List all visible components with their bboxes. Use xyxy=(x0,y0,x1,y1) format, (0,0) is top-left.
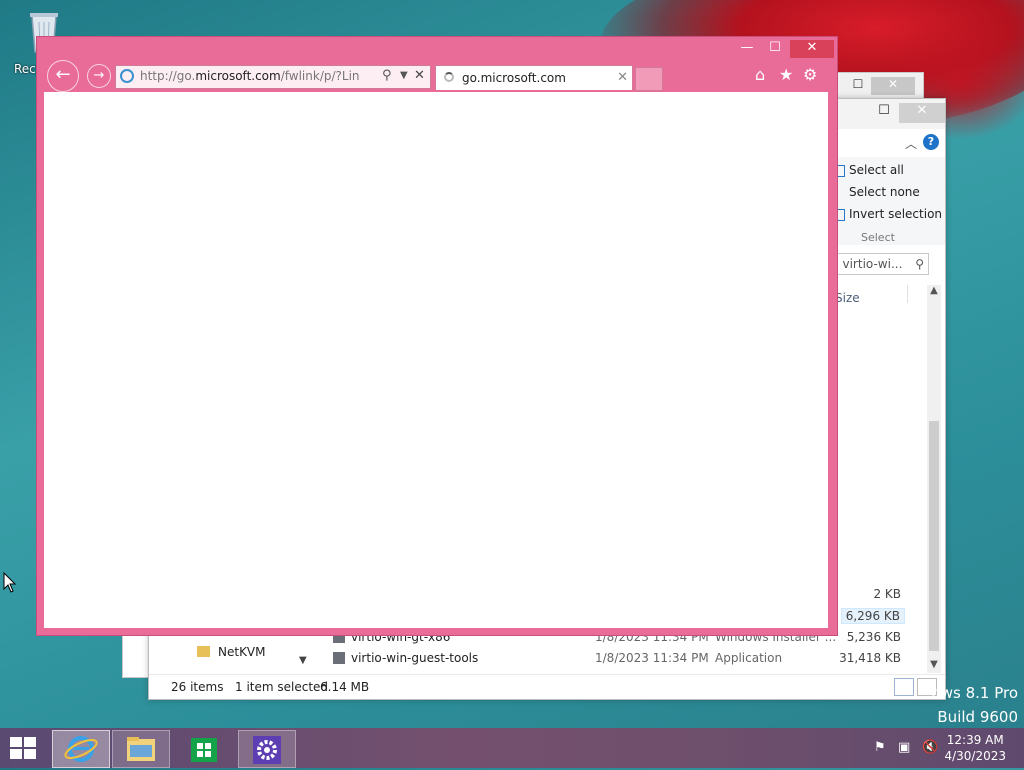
nav-item-netkvm[interactable]: NetKVM xyxy=(197,645,266,659)
windows-logo-icon xyxy=(24,749,36,759)
file-date: 1/8/2023 11:34 PM xyxy=(595,651,709,665)
ie-window[interactable]: — ☐ ✕ ← → http://go.microsoft.com/fwlink… xyxy=(36,36,838,636)
start-button[interactable] xyxy=(10,737,38,761)
ie-page-icon xyxy=(120,69,134,83)
invert-selection-label: Invert selection xyxy=(849,207,943,221)
file-type: Application xyxy=(715,651,783,665)
close-button[interactable]: ✕ xyxy=(790,40,834,58)
close-button[interactable]: ✕ xyxy=(899,103,945,123)
chevron-down-icon[interactable]: ▼ xyxy=(299,655,307,666)
folder-icon xyxy=(197,646,210,657)
scroll-up-icon[interactable]: ▲ xyxy=(927,285,941,299)
select-none-label: Select none xyxy=(849,185,920,199)
select-all-button[interactable]: Select all xyxy=(835,163,904,177)
maximize-button[interactable]: ☐ xyxy=(765,40,785,58)
gear-icon xyxy=(253,736,281,764)
windows-logo-icon xyxy=(10,749,22,759)
invert-selection-button[interactable]: Invert selection xyxy=(835,207,942,221)
details-view-icon[interactable] xyxy=(894,678,914,696)
maximize-button[interactable]: ☐ xyxy=(873,103,895,123)
back-button[interactable]: ← xyxy=(47,60,79,92)
status-selected: 1 item selected xyxy=(235,680,329,694)
url-prefix: http://go. xyxy=(140,69,196,83)
vertical-scrollbar[interactable]: ▲ ▼ xyxy=(927,285,941,673)
volume-muted-icon[interactable]: 🔇 xyxy=(922,740,938,755)
status-item-count: 26 items xyxy=(171,680,224,694)
status-bar: 26 items 1 item selected 6.14 MB xyxy=(149,674,945,699)
windows-logo-icon xyxy=(10,737,22,747)
search-input[interactable]: ) virtio-wi... ⚲ xyxy=(831,253,929,275)
file-name: virtio-win-guest-tools xyxy=(351,651,479,665)
taskbar-internet-explorer[interactable] xyxy=(52,730,110,768)
arrow-right-icon: → xyxy=(93,68,105,83)
new-tab-button[interactable] xyxy=(635,67,663,91)
network-icon[interactable]: ▣ xyxy=(898,740,912,755)
address-bar[interactable]: http://go.microsoft.com/fwlink/p/?LinkId… xyxy=(115,65,431,89)
search-icon[interactable]: ⚲ xyxy=(382,68,392,83)
gear-icon[interactable]: ⚙ xyxy=(803,65,817,84)
forward-button[interactable]: → xyxy=(87,64,111,88)
stop-icon[interactable]: ✕ xyxy=(414,68,425,83)
status-selected-size: 6.14 MB xyxy=(320,680,370,694)
scrollbar-thumb[interactable] xyxy=(929,421,939,651)
size-cell-selected[interactable]: 6,296 KB xyxy=(840,608,905,624)
taskbar-store[interactable] xyxy=(176,730,232,766)
taskbar-clock[interactable]: 12:39 AM 4/30/2023 xyxy=(944,732,1006,764)
scroll-down-icon[interactable]: ▼ xyxy=(927,659,941,673)
application-icon xyxy=(333,652,345,664)
maximize-button[interactable]: ☐ xyxy=(845,77,871,95)
taskbar-settings[interactable] xyxy=(238,730,296,768)
store-icon xyxy=(191,738,217,762)
favorites-star-icon[interactable]: ★ xyxy=(779,65,793,84)
url-suffix: /fwlink/p/?LinkId=2 xyxy=(280,69,360,83)
dropdown-arrow-icon[interactable]: ▼ xyxy=(400,70,408,81)
address-url[interactable]: http://go.microsoft.com/fwlink/p/?LinkId… xyxy=(140,69,360,83)
folder-icon xyxy=(127,737,155,761)
action-center-flag-icon[interactable]: ⚑ xyxy=(874,740,888,755)
search-icon[interactable]: ⚲ xyxy=(915,254,924,274)
chevron-up-icon[interactable]: ︿ xyxy=(905,135,917,152)
arrow-left-icon: ← xyxy=(55,64,71,85)
taskbar-file-explorer[interactable] xyxy=(112,730,170,768)
minimize-button[interactable]: — xyxy=(737,40,757,58)
help-icon[interactable]: ? xyxy=(923,134,939,150)
mouse-cursor-icon xyxy=(3,572,17,593)
clock-date: 4/30/2023 xyxy=(944,749,1006,763)
clock-time: 12:39 AM xyxy=(946,733,1004,747)
url-domain: microsoft.com xyxy=(195,69,281,83)
taskbar: ⚑ ▣ 🔇 12:39 AM 4/30/2023 xyxy=(0,728,1024,768)
close-button[interactable]: ✕ xyxy=(871,77,915,95)
nav-item-label: NetKVM xyxy=(218,645,266,659)
home-icon[interactable]: ⌂ xyxy=(755,65,765,84)
select-all-label: Select all xyxy=(849,163,904,177)
tab-go-microsoft[interactable]: go.microsoft.com ✕ xyxy=(435,65,633,90)
size-cell: 2 KB xyxy=(873,587,901,601)
page-content[interactable] xyxy=(44,92,828,628)
loading-spinner-icon xyxy=(444,72,454,82)
file-size: 31,418 KB xyxy=(839,651,901,665)
column-divider[interactable] xyxy=(907,285,908,303)
tab-close-icon[interactable]: ✕ xyxy=(617,70,628,85)
watermark-edition: ows 8.1 Pro xyxy=(931,684,1018,702)
watermark-build: Build 9600 xyxy=(937,708,1018,726)
tab-title: go.microsoft.com xyxy=(462,71,566,85)
ribbon-group-select-label: Select xyxy=(861,231,895,244)
select-none-button[interactable]: Select none xyxy=(835,185,920,199)
file-row[interactable]: virtio-win-guest-tools xyxy=(333,651,478,665)
search-placeholder: ) virtio-wi... xyxy=(834,257,903,271)
windows-logo-icon xyxy=(24,737,36,747)
column-header-size[interactable]: Size xyxy=(835,291,860,305)
file-size: 5,236 KB xyxy=(846,630,901,644)
internet-explorer-icon xyxy=(64,736,98,762)
